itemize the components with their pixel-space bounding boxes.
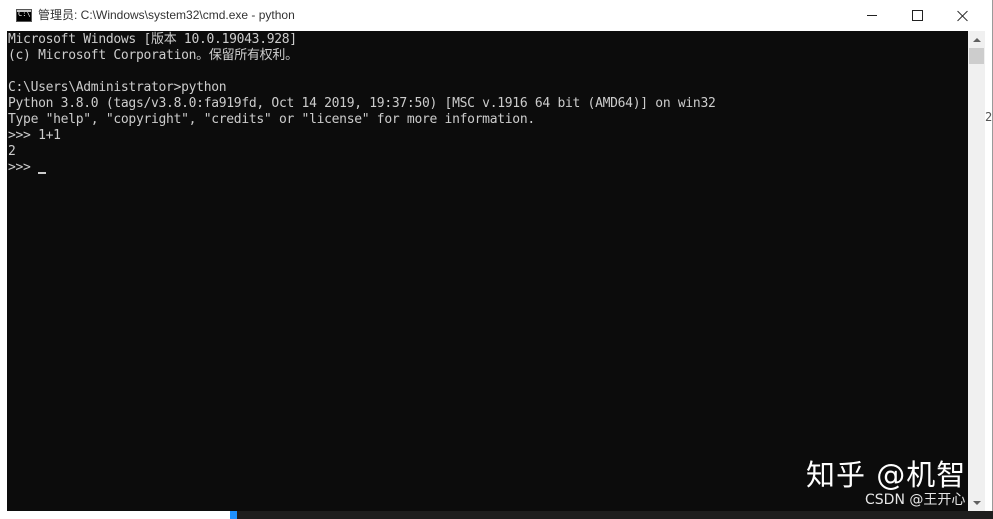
console-lines: Microsoft Windows [版本 10.0.19043.928] (c… xyxy=(8,32,716,176)
close-icon xyxy=(957,10,969,22)
cmd-icon[interactable] xyxy=(16,9,32,22)
console-line: Python 3.8.0 (tags/v3.8.0:fa919fd, Oct 1… xyxy=(8,96,716,111)
watermark-zhihu: 知乎 @机智 xyxy=(806,458,967,492)
title-bar[interactable]: 管理员: C:\Windows\system32\cmd.exe - pytho… xyxy=(0,0,992,31)
minimize-icon xyxy=(867,15,877,16)
chevron-down-icon xyxy=(972,500,981,505)
background-window-accent xyxy=(230,511,237,519)
window-title: 管理员: C:\Windows\system32\cmd.exe - pytho… xyxy=(38,8,295,22)
scroll-down-button[interactable] xyxy=(968,494,985,511)
prompt-text: >>> xyxy=(8,160,39,175)
console-line: 2 xyxy=(8,144,16,159)
vertical-scrollbar[interactable] xyxy=(968,31,985,511)
scroll-up-button[interactable] xyxy=(968,31,985,48)
text-cursor xyxy=(38,172,47,174)
maximize-button[interactable] xyxy=(894,0,940,31)
console-line: Type "help", "copyright", "credits" or "… xyxy=(8,112,535,127)
console-prompt-line[interactable]: >>> xyxy=(8,160,716,176)
minimize-button[interactable] xyxy=(849,0,895,31)
cmd-window: 管理员: C:\Windows\system32\cmd.exe - pytho… xyxy=(0,0,993,519)
scroll-thumb[interactable] xyxy=(969,48,984,64)
maximize-icon xyxy=(911,10,923,21)
console-line: (c) Microsoft Corporation。保留所有权利。 xyxy=(8,48,298,63)
console-line: Microsoft Windows [版本 10.0.19043.928] xyxy=(8,32,297,47)
console-output[interactable]: Microsoft Windows [版本 10.0.19043.928] (c… xyxy=(7,31,968,511)
chevron-up-icon xyxy=(972,37,981,42)
close-button[interactable] xyxy=(940,0,986,31)
console-line: C:\Users\Administrator>python xyxy=(8,80,227,95)
watermark-csdn: CSDN @王开心 xyxy=(865,492,966,508)
background-window-edge xyxy=(230,511,993,519)
console-line: >>> 1+1 xyxy=(8,128,61,143)
background-window-text: 2 xyxy=(985,110,993,124)
